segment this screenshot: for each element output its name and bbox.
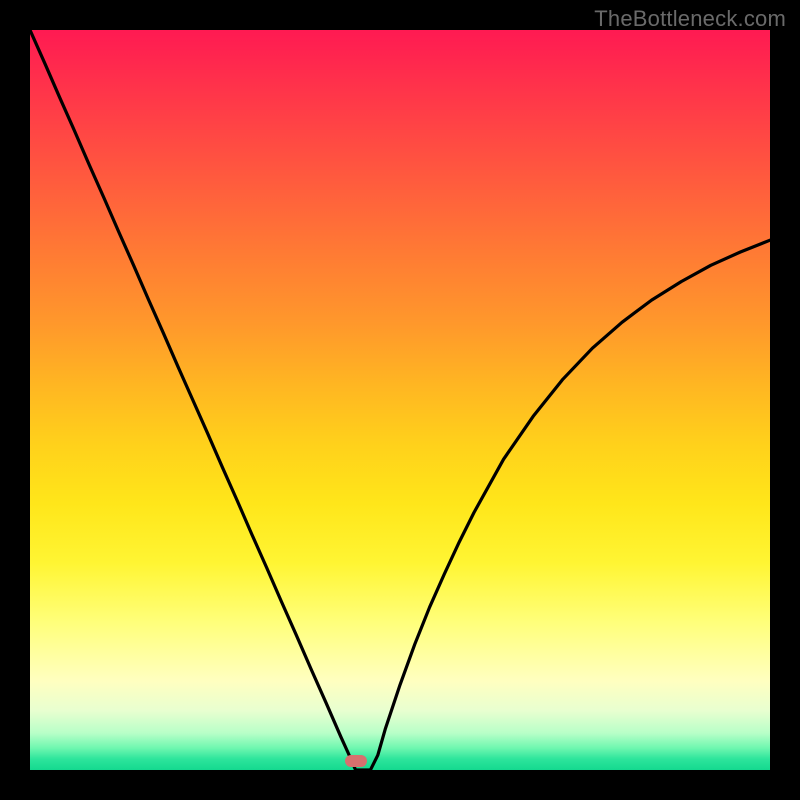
minimum-marker [345, 755, 367, 767]
watermark-text: TheBottleneck.com [594, 6, 786, 32]
plot-area [30, 30, 770, 770]
chart-frame: TheBottleneck.com [0, 0, 800, 800]
bottleneck-curve [30, 30, 770, 770]
